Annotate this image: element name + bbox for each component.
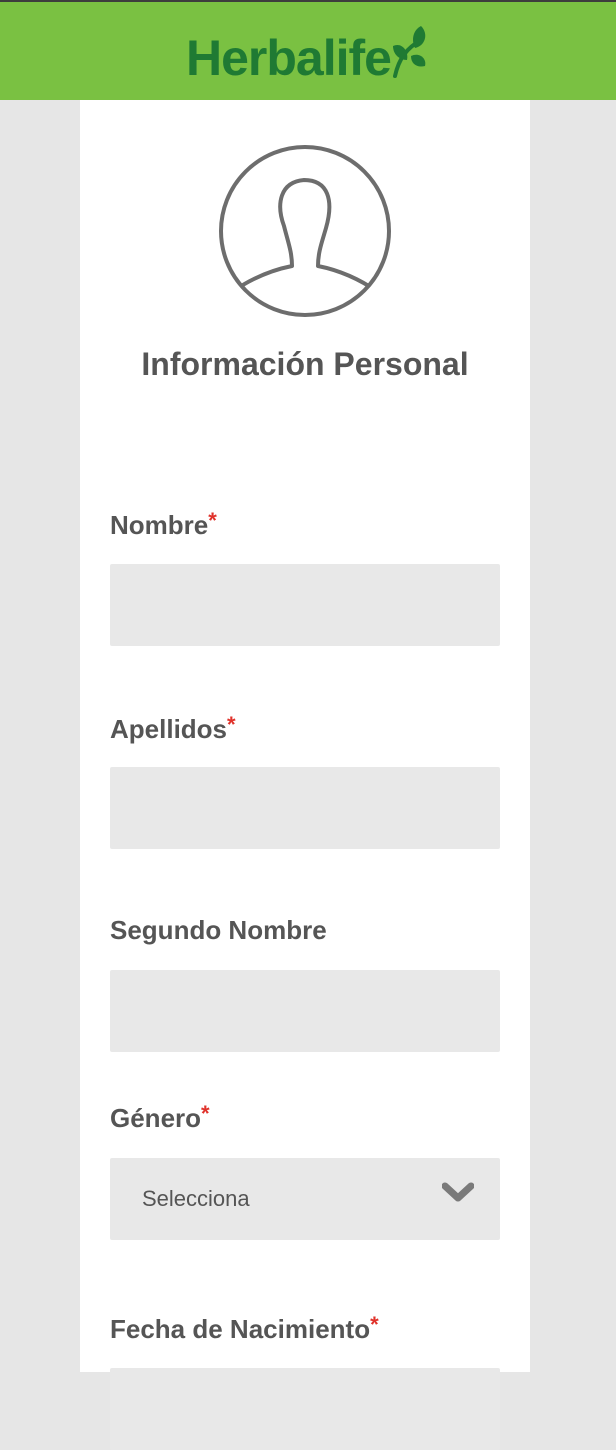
gender-select[interactable]: Selecciona [110,1158,500,1240]
herbalife-logo[interactable]: Herbalife [186,26,429,88]
first-name-label: Nombre* [110,508,217,540]
required-marker: * [201,1101,210,1126]
required-marker: * [370,1312,379,1337]
logo-text: Herbalife [186,30,392,86]
last-name-input[interactable] [110,767,500,849]
middle-name-input[interactable] [110,970,500,1052]
app-header: Herbalife [0,0,616,100]
required-marker: * [227,712,236,737]
first-name-input[interactable] [110,564,500,646]
required-marker: * [208,508,217,533]
gender-select-value: Selecciona [142,1186,250,1211]
page-title: Información Personal [141,346,469,382]
birth-date-input[interactable] [110,1368,500,1450]
chevron-down-icon [442,1182,474,1202]
birth-date-label: Fecha de Nacimiento* [110,1312,379,1344]
leaf-icon [392,26,426,78]
middle-name-label: Segundo Nombre [110,915,327,945]
last-name-label: Apellidos* [110,712,236,744]
personal-info-card: Información Personal Nombre* Apellidos* … [80,100,530,1450]
gender-label: Género* [110,1101,210,1133]
user-silhouette-icon [219,145,391,317]
